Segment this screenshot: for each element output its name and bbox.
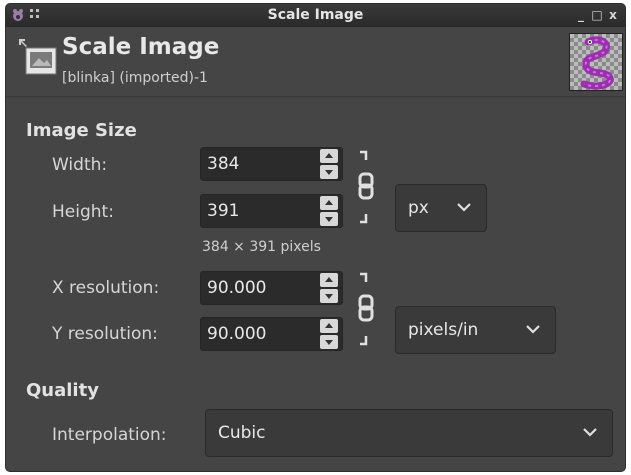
y-resolution-increment-button[interactable] [320, 319, 338, 333]
quality-heading: Quality [26, 380, 99, 401]
size-unit-dropdown[interactable]: px [395, 184, 487, 232]
dialog-heading: Scale Image [62, 34, 220, 60]
width-label: Width: [52, 155, 108, 175]
maximize-button[interactable]: □ [591, 7, 603, 23]
x-resolution-spinbox[interactable]: 90.000 [200, 271, 343, 305]
y-resolution-value[interactable]: 90.000 [207, 318, 266, 350]
y-resolution-spinbox[interactable]: 90.000 [200, 317, 343, 351]
height-label: Height: [52, 202, 114, 222]
resolution-unit-dropdown[interactable]: pixels/in [395, 306, 556, 354]
titlebar[interactable]: Scale Image _ □ x [6, 4, 625, 27]
width-decrement-button[interactable] [320, 165, 338, 179]
close-button[interactable]: x [607, 7, 619, 23]
header-divider [6, 96, 625, 97]
resolution-unit-value: pixels/in [408, 320, 479, 340]
height-value[interactable]: 391 [207, 195, 239, 227]
interpolation-dropdown[interactable]: Cubic [205, 409, 613, 457]
width-increment-button[interactable] [320, 149, 338, 163]
chevron-down-icon [526, 325, 540, 334]
chevron-down-icon [583, 428, 597, 437]
width-value[interactable]: 384 [207, 148, 239, 180]
height-increment-button[interactable] [320, 196, 338, 210]
y-resolution-decrement-button[interactable] [320, 335, 338, 349]
resolution-chain-link-icon[interactable] [354, 272, 378, 352]
interpolation-value: Cubic [218, 423, 266, 443]
minimize-button[interactable]: _ [575, 7, 587, 23]
pixel-dimensions-text: 384 × 391 pixels [202, 239, 321, 255]
image-name: [blinka] (imported)-1 [62, 70, 208, 86]
image-size-heading: Image Size [26, 120, 137, 141]
size-chain-link-icon[interactable] [354, 150, 378, 230]
width-spinbox[interactable]: 384 [200, 147, 343, 181]
y-resolution-label: Y resolution: [52, 324, 158, 344]
chevron-down-icon [457, 203, 471, 212]
x-resolution-increment-button[interactable] [320, 273, 338, 287]
snake-thumbnail-icon [580, 36, 614, 90]
x-resolution-value[interactable]: 90.000 [207, 272, 266, 304]
size-unit-value: px [408, 198, 429, 218]
image-thumbnail [569, 33, 623, 91]
interpolation-label: Interpolation: [52, 425, 167, 445]
scale-image-dialog: Scale Image _ □ x Scale Image [blinka] (… [6, 4, 625, 471]
height-spinbox[interactable]: 391 [200, 194, 343, 228]
window-title: Scale Image [267, 7, 364, 23]
x-resolution-decrement-button[interactable] [320, 289, 338, 303]
height-decrement-button[interactable] [320, 212, 338, 226]
x-resolution-label: X resolution: [52, 278, 160, 298]
scale-image-icon [19, 39, 57, 75]
